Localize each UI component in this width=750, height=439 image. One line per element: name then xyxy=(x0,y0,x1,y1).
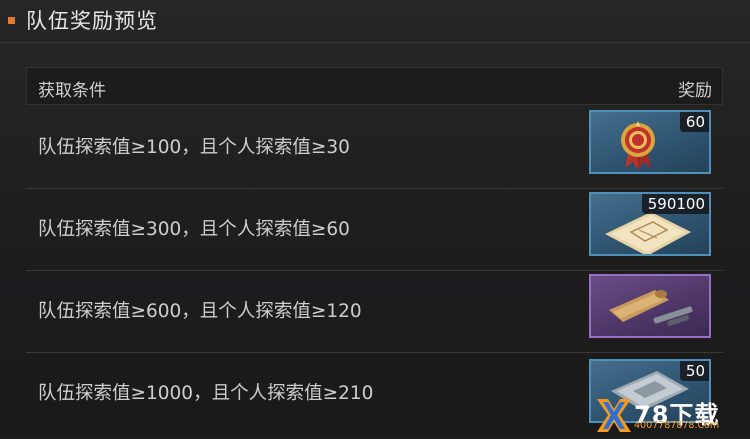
panel-header: 队伍奖励预览 xyxy=(0,0,750,43)
x-logo-icon xyxy=(597,399,631,432)
reward-condition-text: 队伍探索值≥100，且个人探索值≥30 xyxy=(38,137,350,158)
watermark-url: 4007787878.Com xyxy=(634,420,720,431)
team-reward-preview-panel: 队伍奖励预览 获取条件 奖励 队伍探索值≥100，且个人探索值≥30 60 队伍… xyxy=(0,0,750,435)
scroll-and-tools-icon xyxy=(609,290,693,326)
reward-count-badge: 590100 xyxy=(641,194,709,214)
reward-condition-text: 队伍探索值≥1000，且个人探索值≥210 xyxy=(38,383,374,404)
reward-table-header: 获取条件 奖励 xyxy=(26,67,723,105)
reward-row: 队伍探索值≥600，且个人探索值≥120 xyxy=(26,271,723,353)
reward-count-badge: 60 xyxy=(679,112,709,132)
column-header-reward: 奖励 xyxy=(678,81,712,101)
reward-row: 队伍探索值≥300，且个人探索值≥60 590100 xyxy=(26,189,723,271)
reward-row: 队伍探索值≥100，且个人探索值≥30 60 xyxy=(26,107,723,189)
page-title: 队伍奖励预览 xyxy=(26,9,158,33)
reward-condition-text: 队伍探索值≥600，且个人探索值≥120 xyxy=(38,301,362,322)
reward-count-badge: 50 xyxy=(679,361,709,381)
reward-item-slot[interactable] xyxy=(589,274,711,338)
reward-item-slot[interactable]: 590100 xyxy=(589,192,711,256)
site-watermark: 78下载 4007787878.Com xyxy=(594,396,750,435)
column-header-condition: 获取条件 xyxy=(38,81,106,101)
reward-condition-text: 队伍探索值≥300，且个人探索值≥60 xyxy=(38,219,350,240)
reward-item-slot[interactable]: 60 xyxy=(589,110,711,174)
header-accent-marker xyxy=(8,17,15,24)
